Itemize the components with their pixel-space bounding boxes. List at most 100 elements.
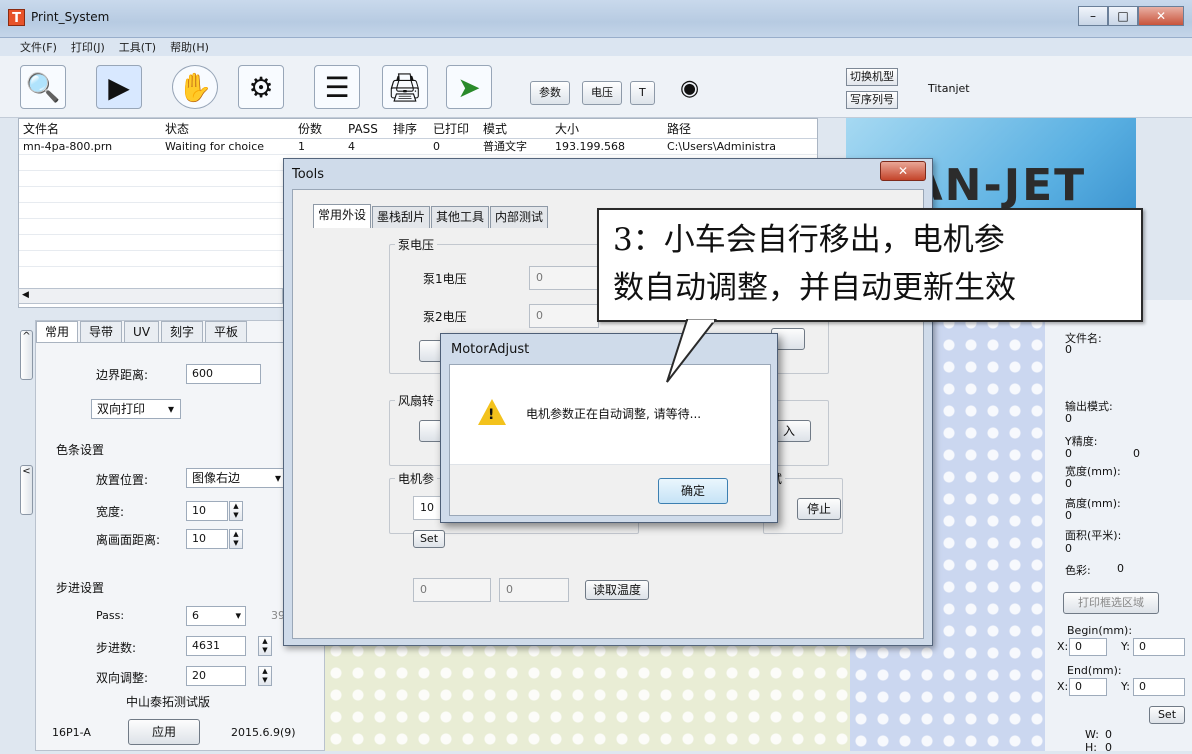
tab-flatbed[interactable]: 平板 [205, 321, 248, 342]
column-header[interactable]: 状态 [161, 119, 294, 138]
horizontal-scrollbar[interactable]: ◀ [18, 288, 283, 304]
print-mode-value: 双向打印 [97, 402, 146, 416]
bidir-input[interactable]: 20 [186, 666, 246, 686]
border-distance-input[interactable]: 600 [186, 364, 261, 384]
write-serial-button[interactable]: 写序列号 [846, 91, 898, 109]
position-select[interactable]: 图像右边 ▾ [186, 468, 286, 488]
h-label: H: [1085, 741, 1097, 754]
area-value: 0 [1065, 542, 1072, 555]
minimize-icon[interactable]: – [1078, 6, 1108, 26]
chevron-down-icon: ▾ [274, 471, 281, 485]
ok-button[interactable]: 确定 [658, 478, 728, 504]
print-region-button[interactable]: 打印框选区域 [1063, 592, 1159, 614]
table-cell: C:\Users\Administra [667, 140, 777, 153]
step-stepper[interactable]: ▲ ▼ [258, 636, 272, 656]
printer-icon[interactable]: 🖨 [382, 65, 428, 109]
print-mode-select[interactable]: 双向打印 ▾ [91, 399, 181, 419]
scroll-left-icon[interactable]: ◀ [22, 290, 29, 300]
column-header[interactable]: 文件名 [19, 119, 161, 138]
motor-dialog-title: MotorAdjust [451, 342, 530, 357]
pump1-input[interactable]: 0 [529, 266, 599, 290]
close-icon[interactable]: ✕ [880, 161, 926, 181]
tab-uv[interactable]: UV [124, 321, 160, 342]
y-precision-value-b: 0 [1133, 447, 1140, 460]
tab-other-tools[interactable]: 其他工具 [431, 206, 490, 228]
chevron-down-icon: ▾ [167, 402, 174, 416]
step-label: 步进数: [96, 641, 137, 655]
height-info-label: 高度(mm): [1065, 497, 1121, 510]
open-file-icon[interactable]: 🔍 [20, 65, 66, 109]
menu-tools[interactable]: 工具(T) [119, 39, 156, 55]
color-label: 色彩: [1065, 564, 1091, 577]
stop-hand-icon[interactable]: ✋ [172, 65, 218, 109]
maximize-icon[interactable]: □ [1108, 6, 1138, 26]
t-button[interactable]: T [630, 81, 655, 105]
temp-input-2[interactable]: 0 [499, 578, 569, 602]
settings-tabs: 常用 导带 UV 刻字 平板 [36, 321, 324, 343]
column-header[interactable]: 排序 [389, 119, 429, 138]
tab-common-peripherals[interactable]: 常用外设 [313, 204, 372, 228]
bidir-label: 双向调整: [96, 671, 149, 685]
collapse-up-button[interactable]: ^ [20, 330, 33, 380]
callout-line-1: 3：小车会自行移出，电机参 [613, 222, 1005, 258]
column-header[interactable]: PASS [344, 119, 389, 138]
collapse-left-button[interactable]: < [20, 465, 33, 515]
w-value: 0 [1105, 728, 1112, 741]
begin-x-label: X: [1057, 640, 1069, 653]
apply-button[interactable]: 应用 [128, 719, 200, 745]
width-stepper[interactable]: ▲ ▼ [229, 501, 243, 521]
fan-group-label: 风扇转 [395, 392, 438, 409]
chevron-down-icon: ▾ [235, 609, 241, 622]
cancel-print-icon[interactable]: ⚙ [238, 65, 284, 109]
tools-dialog-title: Tools [292, 167, 325, 182]
column-header[interactable]: 份数 [294, 119, 344, 138]
close-icon[interactable]: ✕ [1138, 6, 1184, 26]
param-button[interactable]: 参数 [530, 81, 570, 105]
pump-voltage-group-label: 泵电压 [395, 236, 438, 253]
distance-stepper[interactable]: ▲ ▼ [229, 529, 243, 549]
width-input[interactable]: 10 [186, 501, 228, 521]
begin-y-input[interactable]: 0 [1133, 638, 1185, 656]
bidir-stepper[interactable]: ▲ ▼ [258, 666, 272, 686]
tab-guide-belt[interactable]: 导带 [80, 321, 123, 342]
menu-help[interactable]: 帮助(H) [170, 39, 209, 55]
model-label: 16P1-A [52, 726, 91, 739]
set-region-button[interactable]: Set [1149, 706, 1185, 724]
column-header[interactable]: 大小 [551, 119, 663, 138]
print-start-icon[interactable]: ▶ [96, 65, 142, 109]
table-row[interactable]: mn-4pa-800.prn Waiting for choice 1 4 0 … [19, 139, 817, 155]
begin-x-input[interactable]: 0 [1069, 638, 1107, 656]
column-header[interactable]: 路径 [663, 119, 813, 138]
distance-input[interactable]: 10 [186, 529, 228, 549]
tab-engrave[interactable]: 刻字 [161, 321, 204, 342]
menu-print[interactable]: 打印(J) [71, 39, 105, 55]
table-cell [389, 139, 429, 154]
temp-input-1[interactable]: 0 [413, 578, 491, 602]
tab-common[interactable]: 常用 [36, 321, 79, 342]
end-x-input[interactable]: 0 [1069, 678, 1107, 696]
tab-ink-stack[interactable]: 墨栈刮片 [372, 206, 431, 228]
callout-annotation: 3：小车会自行移出，电机参 数自动调整，并自动更新生效 [597, 208, 1143, 322]
table-cell: 4 [348, 140, 355, 153]
voltage-button[interactable]: 电压 [582, 81, 622, 105]
exit-door-icon[interactable]: ➤ [446, 65, 492, 109]
column-header[interactable]: 已打印 [429, 119, 479, 138]
print-list-icon[interactable]: ☰ [314, 65, 360, 109]
table-cell: mn-4pa-800.prn [23, 140, 113, 153]
table-header: 文件名 状态 份数 PASS 排序 已打印 模式 大小 路径 [19, 119, 817, 139]
pass-select[interactable]: 6 ▾ [186, 606, 246, 626]
stop-button[interactable]: 停止 [797, 498, 841, 520]
column-header[interactable]: 模式 [479, 119, 551, 138]
window-title: Print_System [31, 10, 110, 24]
read-temp-button[interactable]: 读取温度 [585, 580, 649, 600]
tab-internal-test[interactable]: 内部测试 [490, 206, 549, 228]
switch-model-button[interactable]: 切换机型 [846, 68, 898, 86]
nozzle-icon[interactable]: ◉ [680, 76, 699, 101]
pump2-input[interactable]: 0 [529, 304, 599, 328]
menu-file[interactable]: 文件(F) [20, 39, 57, 55]
motor-set-button[interactable]: Set [413, 530, 445, 548]
step-input[interactable]: 4631 [186, 636, 246, 656]
y-precision-value: 0 [1065, 447, 1072, 460]
step-title: 步进设置 [56, 581, 105, 595]
end-y-input[interactable]: 0 [1133, 678, 1185, 696]
